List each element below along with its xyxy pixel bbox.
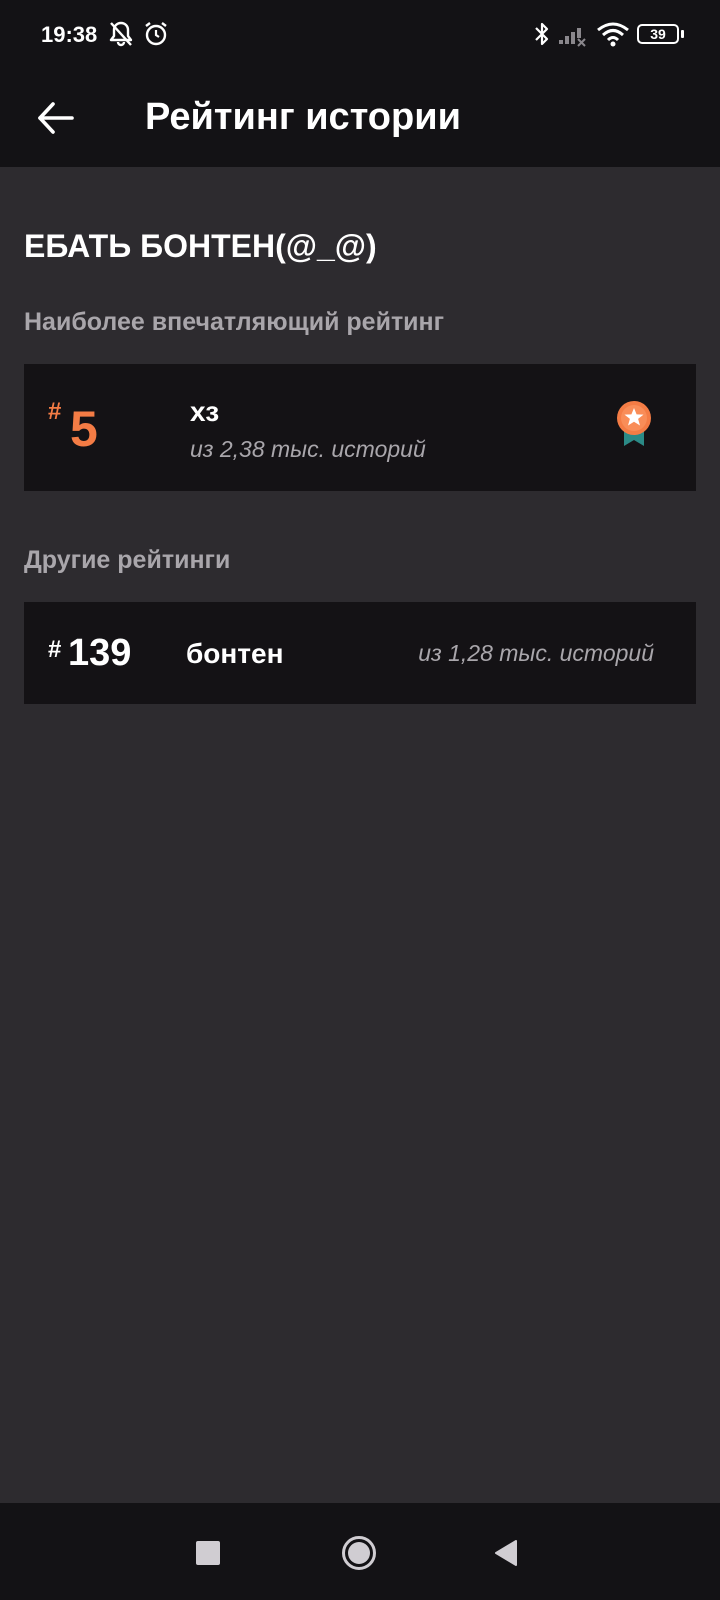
rank-number: 139 [68,632,132,674]
status-bar: 19:38 39 [0,0,720,68]
app-bar: Рейтинг истории [0,68,720,167]
battery-tip [681,30,684,38]
top-ranking-section-title: Наиболее впечатляющий рейтинг [24,308,445,336]
rank-hash: # [48,636,62,663]
other-rankings-section-title: Другие рейтинги [24,546,231,574]
battery-icon: 39 [637,24,679,44]
system-nav-bar [0,1503,720,1600]
alarm-icon [145,22,167,46]
back-button[interactable] [28,90,84,146]
tag-story-count: из 2,38 тыс. историй [190,436,426,462]
back-triangle-icon[interactable] [494,1539,518,1567]
recents-square-icon[interactable] [196,1541,220,1565]
bell-off-icon [109,21,133,47]
battery-level: 39 [650,26,666,42]
tag-story-count: из 1,28 тыс. историй [418,640,654,666]
arrow-left-icon [38,102,74,134]
status-time: 19:38 [41,22,98,47]
home-circle-icon[interactable] [341,1535,377,1571]
wifi-icon [597,22,629,47]
tag-name: бонтен [186,638,284,669]
top-ranking-card[interactable]: # 5 хз из 2,38 тыс. историй [24,364,696,491]
tag-name: хз [190,396,220,427]
rank-number: 5 [70,401,98,457]
medal-icon [617,401,651,446]
other-ranking-card[interactable]: # 139 бонтен из 1,28 тыс. историй [24,602,696,704]
signal-icon [559,28,586,47]
page-title: Рейтинг истории [145,96,461,138]
bluetooth-icon [535,22,549,46]
rank-hash: # [48,398,62,425]
story-title: ЕБАТЬ БОНТЕН(@_@) [24,228,377,264]
